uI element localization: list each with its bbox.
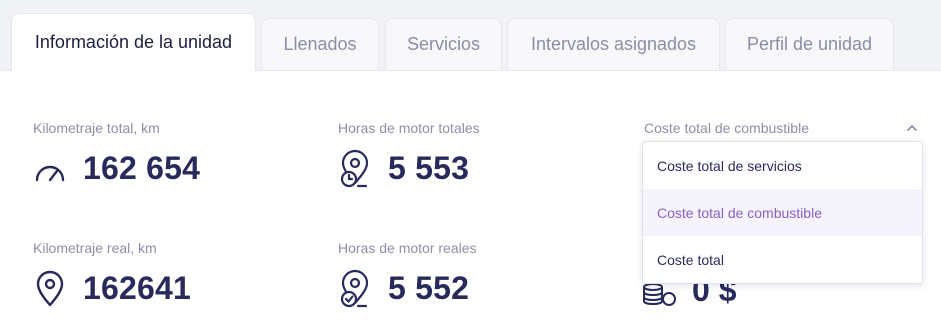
real-mileage-value: 162641	[83, 270, 191, 306]
tab-unit-info[interactable]: Información de la unidad	[11, 13, 256, 71]
location-check-icon	[338, 269, 372, 309]
total-engine-hours-value: 5 553	[388, 150, 470, 186]
total-engine-hours-label: Horas de motor totales	[338, 120, 480, 136]
cost-selector-label[interactable]: Coste total de combustible	[644, 120, 809, 136]
dropdown-option-fuel-cost[interactable]: Coste total de combustible	[643, 189, 922, 236]
chevron-up-icon[interactable]	[904, 121, 920, 135]
location-clock-icon	[338, 149, 372, 189]
total-mileage-value: 162 654	[83, 150, 201, 186]
location-pin-icon	[33, 269, 67, 309]
real-engine-hours-label: Horas de motor reales	[338, 240, 477, 256]
coins-icon	[641, 282, 679, 308]
speedometer-icon	[33, 150, 67, 190]
dropdown-option-services-cost[interactable]: Coste total de servicios	[643, 142, 922, 189]
dropdown-option-total-cost[interactable]: Coste total	[643, 236, 922, 283]
tab-assigned-intervals[interactable]: Intervalos asignados	[507, 18, 720, 70]
tab-services[interactable]: Servicios	[385, 18, 502, 70]
tab-unit-profile[interactable]: Perfil de unidad	[725, 18, 894, 70]
total-mileage-label: Kilometraje total, km	[33, 120, 160, 136]
tab-fillings[interactable]: Llenados	[261, 18, 379, 70]
real-engine-hours-value: 5 552	[388, 270, 470, 306]
tab-bar: Información de la unidad Llenados Servic…	[0, 0, 941, 71]
real-mileage-label: Kilometraje real, km	[33, 240, 157, 256]
cost-type-dropdown: Coste total de servicios Coste total de …	[642, 141, 923, 284]
